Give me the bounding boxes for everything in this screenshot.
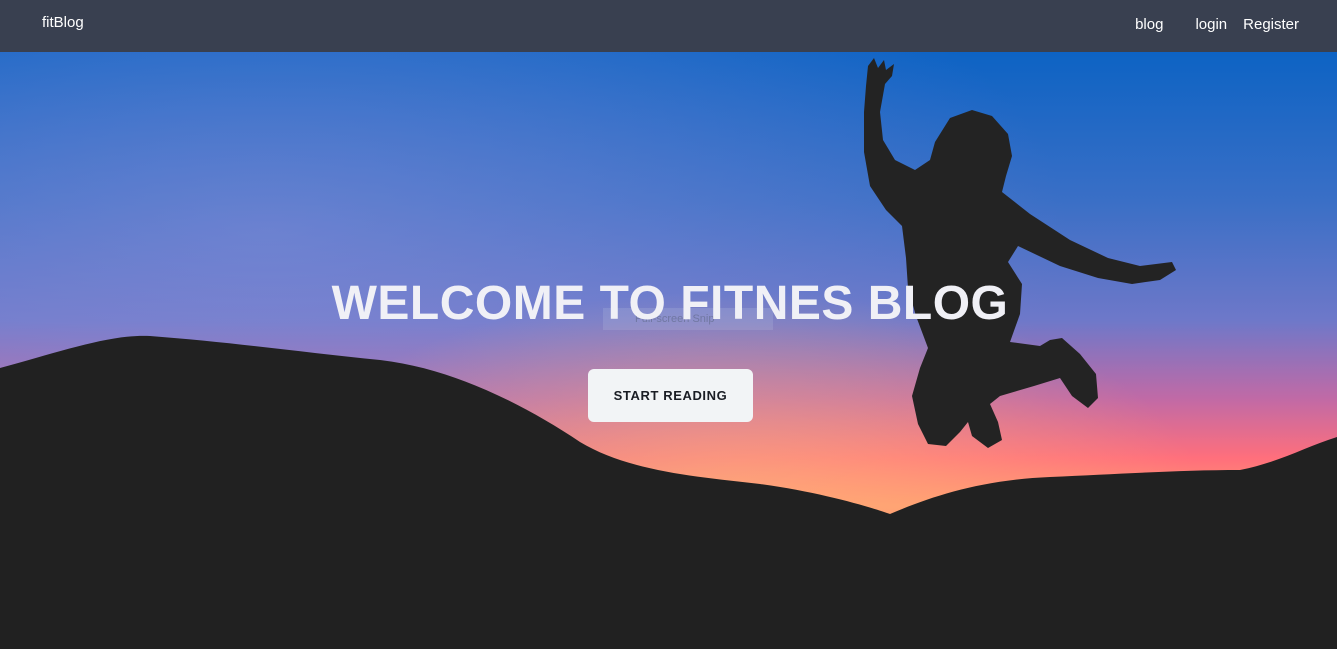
start-reading-button[interactable]: START READING	[588, 369, 753, 422]
hero-title: WELCOME TO FITNES BLOG	[331, 277, 1009, 330]
brand-logo-link[interactable]: fitBlog	[42, 14, 84, 31]
nav-links: blog login Register	[1135, 16, 1299, 33]
nav-link-register[interactable]: Register	[1243, 16, 1299, 33]
top-navbar: fitBlog blog login Register	[0, 0, 1337, 52]
nav-link-blog[interactable]: blog	[1135, 16, 1163, 33]
hero-section: Full-screen Snip	[0, 52, 1337, 649]
hero-background-image	[0, 52, 1337, 649]
nav-link-login[interactable]: login	[1195, 16, 1227, 33]
